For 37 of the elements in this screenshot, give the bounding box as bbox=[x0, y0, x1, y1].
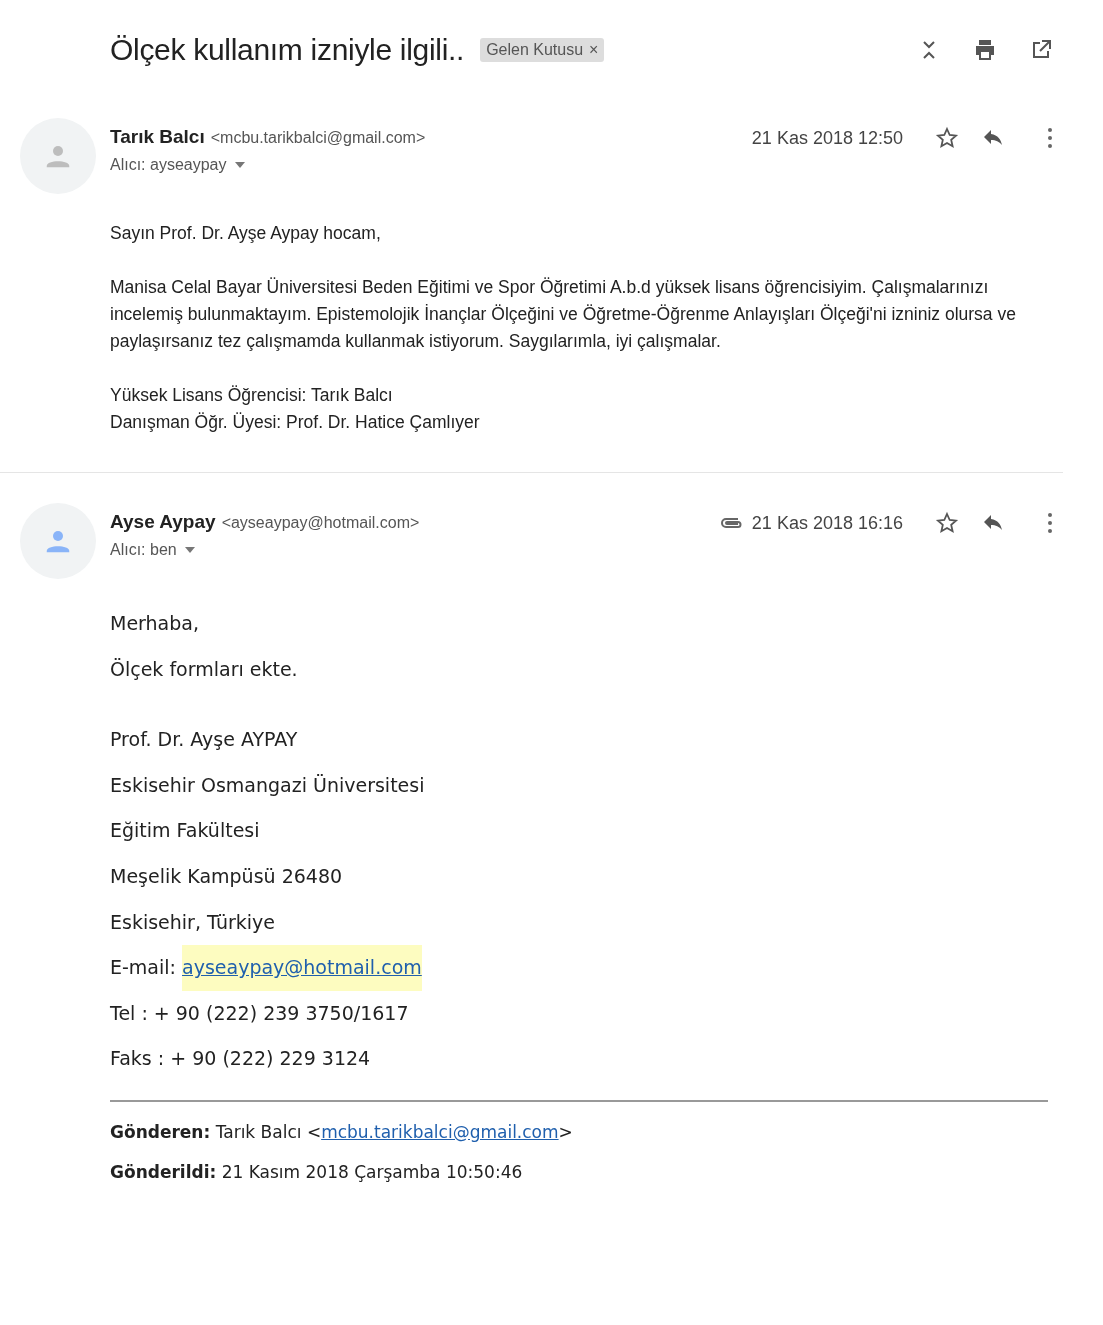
body-text: Danışman Öğr. Üyesi: Prof. Dr. Hatice Çamlıyer bbox=[110, 411, 481, 434]
email-label: E-mail: bbox=[110, 955, 177, 981]
body-text: Yüksek Lisans Öğrencisi: Tarık Balcı bbox=[110, 384, 394, 407]
sender-email: <ayseaypay@hotmail.com> bbox=[221, 514, 420, 532]
message-date: 21 Kas 2018 12:50 bbox=[751, 127, 903, 149]
sender-email: <mcbu.tarikbalci@gmail.com> bbox=[210, 129, 426, 147]
more-options-icon[interactable] bbox=[1047, 511, 1053, 535]
remove-label-button[interactable]: × bbox=[589, 41, 599, 59]
sender-name: Ayse Aypay bbox=[110, 511, 216, 533]
header-text: Gönderen: Tarık Balcı < bbox=[110, 1120, 322, 1144]
body-text: Eskisehir, Türkiye bbox=[110, 909, 277, 935]
body-text: Eğitim Fakültesi bbox=[110, 818, 261, 844]
star-icon[interactable] bbox=[935, 511, 959, 535]
body-text: Faks : + 90 (222) 229 3124 bbox=[110, 1046, 372, 1072]
body-text: Merhaba, bbox=[110, 611, 200, 636]
email-link[interactable]: mcbu.tarikbalci@gmail.com bbox=[321, 1111, 559, 1152]
print-icon[interactable] bbox=[973, 38, 997, 62]
sender-name: Tarık Balcı bbox=[110, 126, 205, 148]
body-text: Sayın Prof. Dr. Ayşe Aypay hocam, bbox=[110, 222, 382, 245]
body-text: Meşelik Kampüsü 26480 bbox=[110, 863, 344, 889]
email-link[interactable]: ayseaypay@hotmail.com bbox=[182, 945, 422, 991]
recipient-dropdown[interactable]: Alıcı: ayseaypay bbox=[110, 156, 426, 174]
caret-icon[interactable] bbox=[234, 162, 245, 168]
message-date: 21 Kas 2018 16:16 bbox=[751, 512, 903, 534]
star-icon[interactable] bbox=[935, 126, 959, 150]
subject-title: Ölçek kullanım izniyle ilgili.. bbox=[110, 33, 465, 67]
body-text: Manisa Celal Bayar Üniversitesi Beden Eğitimi ve Spor Öğretimi A.b.d yüksek lisans öğrencisiyim. Çalışmalarınızı incelemiş bulunmaktayım. Epistemolojik İnançlar Ölçeğini ve Öğretme-Öğrenme Anlayışları Ölçeği'ni izniniz olursa ve paylaşırsanız tez çalışmamda kullanmak istiyorum. Saygılarımla, iyi çalışmalar. bbox=[110, 276, 1017, 353]
label-chip[interactable]: Gelen Kutusu × bbox=[480, 38, 605, 62]
header-text: Gönderildi: 21 Kasım 2018 Çarşamba 10:50:46 bbox=[110, 1160, 523, 1184]
header-text: > bbox=[558, 1120, 573, 1144]
body-text: Prof. Dr. Ayşe AYPAY bbox=[110, 727, 299, 753]
caret-icon[interactable] bbox=[184, 547, 195, 553]
body-text: Tel : + 90 (222) 239 3750/1617 bbox=[110, 1000, 410, 1026]
body-text: Eskisehir Osmangazi Üniversitesi bbox=[110, 772, 426, 798]
body-text: Ölçek formları ekte. bbox=[110, 656, 299, 682]
recipient-dropdown[interactable]: Alıcı: ben bbox=[110, 541, 420, 559]
more-options-icon[interactable] bbox=[1047, 126, 1053, 150]
